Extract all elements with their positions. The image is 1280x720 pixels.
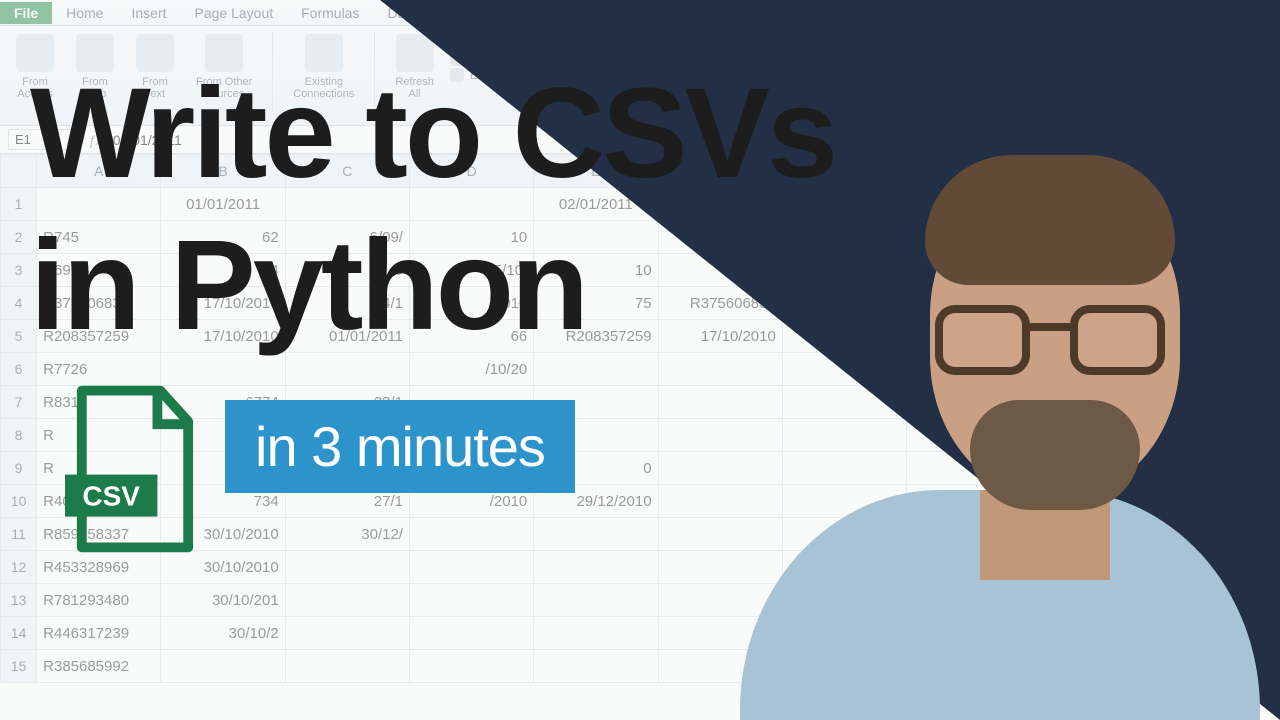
- row-header[interactable]: 8: [1, 419, 37, 452]
- row-header[interactable]: 6: [1, 353, 37, 386]
- row-header[interactable]: 13: [1, 584, 37, 617]
- csv-file-icon: CSV: [65, 384, 205, 554]
- cell[interactable]: 30/10/2010: [161, 551, 285, 584]
- cell[interactable]: R7726: [37, 353, 161, 386]
- tab-insert[interactable]: Insert: [117, 2, 180, 24]
- cell[interactable]: R453328969: [37, 551, 161, 584]
- row-header[interactable]: 12: [1, 551, 37, 584]
- title-line-2: in Python: [30, 222, 586, 350]
- cell[interactable]: R446317239: [37, 617, 161, 650]
- row-header[interactable]: 15: [1, 650, 37, 683]
- duration-badge: in 3 minutes: [225, 400, 575, 493]
- row-header[interactable]: 10: [1, 485, 37, 518]
- row-header[interactable]: 14: [1, 617, 37, 650]
- title-line-1: Write to CSVs: [30, 70, 835, 198]
- cell[interactable]: R781293480: [37, 584, 161, 617]
- cell[interactable]: 30/10/201: [161, 584, 285, 617]
- cell[interactable]: [161, 353, 285, 386]
- row-header[interactable]: 7: [1, 386, 37, 419]
- cell[interactable]: R385685992: [37, 650, 161, 683]
- tab-home[interactable]: Home: [52, 2, 117, 24]
- tab-file[interactable]: File: [0, 2, 52, 24]
- tab-formulas[interactable]: Formulas: [287, 2, 373, 24]
- row-header[interactable]: 9: [1, 452, 37, 485]
- row-header[interactable]: 11: [1, 518, 37, 551]
- cell[interactable]: 30/10/2: [161, 617, 285, 650]
- cell[interactable]: [161, 650, 285, 683]
- svg-text:CSV: CSV: [82, 480, 140, 511]
- tab-page-layout[interactable]: Page Layout: [181, 2, 288, 24]
